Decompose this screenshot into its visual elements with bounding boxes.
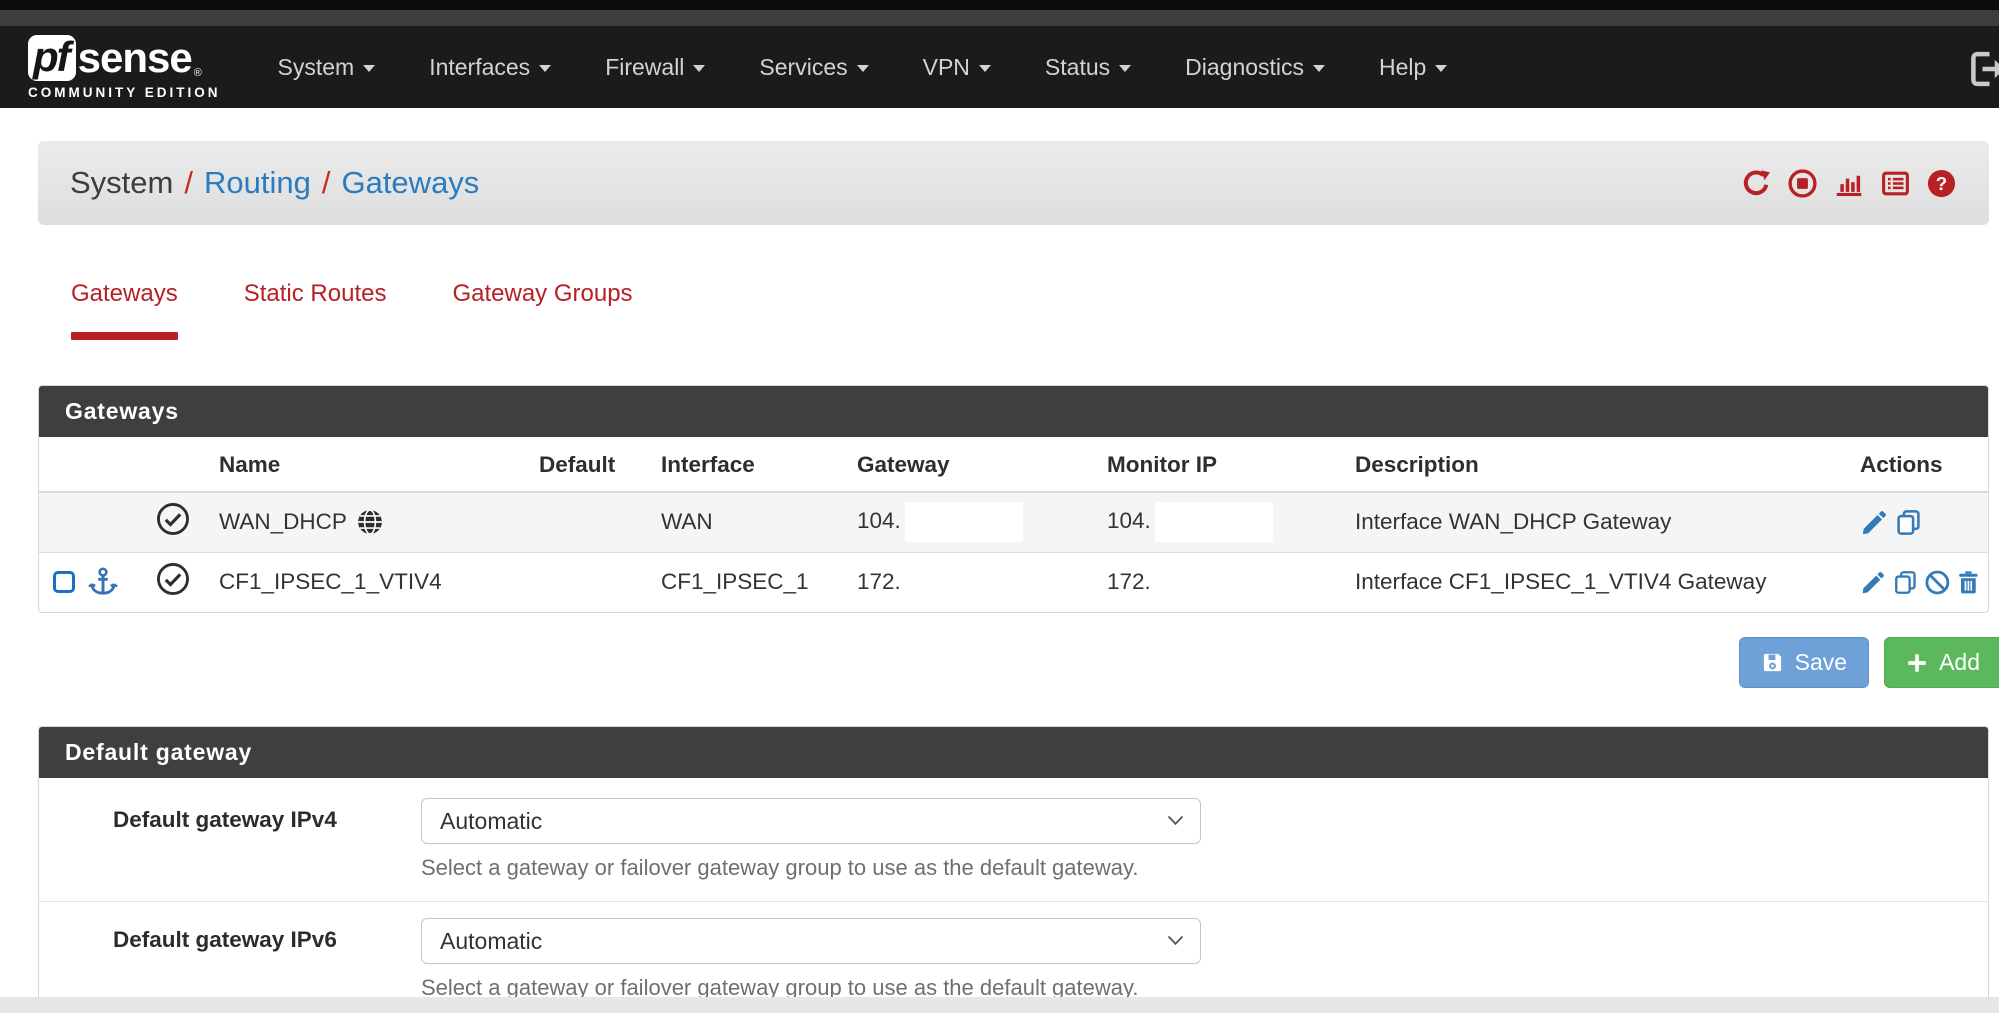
routing-tabs: Gateways Static Routes Gateway Groups: [38, 280, 1999, 340]
default-gateway-ipv6-label: Default gateway IPv6: [113, 918, 381, 953]
add-button[interactable]: Add: [1884, 637, 1999, 688]
globe-icon: [356, 508, 384, 536]
gateway-interface: WAN: [655, 492, 851, 552]
nav-item-firewall[interactable]: Firewall: [578, 54, 732, 81]
plus-icon: [1906, 652, 1928, 674]
row-checkbox[interactable]: [53, 571, 75, 593]
nav-item-interfaces[interactable]: Interfaces: [402, 54, 578, 81]
log-list-icon[interactable]: [1880, 168, 1911, 199]
gateway-name: WAN_DHCP: [219, 509, 347, 535]
logo-community-edition: COMMUNITY EDITION: [28, 85, 221, 100]
tab-static-routes[interactable]: Static Routes: [211, 280, 420, 340]
pfsense-logo: pf sense ® COMMUNITY EDITION: [28, 35, 221, 100]
edit-icon[interactable]: [1860, 568, 1887, 597]
active-tab-underline: [71, 332, 178, 340]
breadcrumb-separator: /: [173, 165, 204, 201]
breadcrumb-gateways[interactable]: Gateways: [341, 165, 479, 201]
chevron-down-icon: [857, 65, 869, 72]
col-header-description: Description: [1349, 437, 1854, 492]
chevron-down-icon: [539, 65, 551, 72]
gateway-name: CF1_IPSEC_1_VTIV4: [213, 552, 533, 612]
default-gateway-panel-title: Default gateway: [39, 727, 1988, 778]
default-gateway-panel: Default gateway Default gateway IPv4 Aut…: [38, 726, 1989, 1013]
refresh-icon[interactable]: [1741, 168, 1772, 199]
logo-pf-text: pf: [33, 33, 69, 80]
breadcrumb-toolbar: ?: [1741, 168, 1957, 199]
gateway-default: [533, 552, 655, 612]
tab-gateways[interactable]: Gateways: [38, 280, 211, 340]
gateway-row-cf1-ipsec: CF1_IPSEC_1_VTIV4 CF1_IPSEC_1 172. 172. …: [39, 552, 1988, 612]
col-header-default: Default: [533, 437, 655, 492]
tab-gateway-groups[interactable]: Gateway Groups: [419, 280, 665, 340]
col-header-actions: Actions: [1854, 437, 1988, 492]
delete-icon[interactable]: [1955, 568, 1982, 597]
logo-sense-text: sense: [78, 37, 192, 79]
redacted-value: [905, 502, 1023, 542]
chevron-down-icon: [1313, 65, 1325, 72]
button-row: Save Add: [38, 637, 1989, 688]
breadcrumb-separator: /: [311, 165, 342, 201]
nav-item-status[interactable]: Status: [1018, 54, 1158, 81]
default-gateway-ipv4-select[interactable]: Automatic: [421, 798, 1201, 844]
redacted-value: [1155, 502, 1273, 542]
gateways-panel: Gateways Name Default Interface Gateway …: [38, 385, 1989, 613]
chevron-down-icon: [1167, 815, 1184, 826]
window-top-strip: [0, 0, 1999, 10]
sign-out-icon[interactable]: [1965, 48, 1999, 95]
bottom-strip: [0, 997, 1999, 1013]
nav-item-vpn[interactable]: VPN: [896, 54, 1018, 81]
stop-circle-icon[interactable]: [1787, 168, 1818, 199]
copy-icon[interactable]: [1892, 568, 1919, 597]
col-header-interface: Interface: [655, 437, 851, 492]
default-gateway-ipv4-label: Default gateway IPv4: [113, 798, 381, 833]
bar-chart-icon[interactable]: [1833, 168, 1865, 199]
chevron-down-icon: [693, 65, 705, 72]
gateways-table: Name Default Interface Gateway Monitor I…: [39, 437, 1988, 612]
disable-icon[interactable]: [1924, 568, 1951, 597]
gateway-default: [533, 492, 655, 552]
monitor-ip: 104.: [1107, 508, 1151, 533]
chevron-down-icon: [1167, 935, 1184, 946]
svg-text:?: ?: [1936, 172, 1947, 193]
status-enabled-icon: [155, 561, 191, 597]
breadcrumb-system: System: [70, 165, 173, 201]
edit-icon[interactable]: [1860, 508, 1889, 537]
col-header-monitor-ip: Monitor IP: [1101, 437, 1349, 492]
save-button[interactable]: Save: [1739, 637, 1869, 688]
form-row-ipv4: Default gateway IPv4 Automatic Select a …: [39, 798, 1988, 902]
gateway-interface: CF1_IPSEC_1: [655, 552, 851, 612]
nav-item-system[interactable]: System: [251, 54, 403, 81]
gateway-address: 172.: [851, 552, 1101, 612]
ipv4-help-text: Select a gateway or failover gateway gro…: [421, 855, 1201, 881]
nav-item-diagnostics[interactable]: Diagnostics: [1158, 54, 1352, 81]
logo-registered-mark: ®: [194, 68, 202, 79]
status-enabled-icon: [155, 501, 191, 537]
help-icon[interactable]: ?: [1926, 168, 1957, 199]
gateway-address: 104.: [857, 508, 901, 533]
col-header-gateway: Gateway: [851, 437, 1101, 492]
chevron-down-icon: [363, 65, 375, 72]
anchor-icon: [87, 566, 119, 598]
chevron-down-icon: [979, 65, 991, 72]
gateways-panel-title: Gateways: [39, 386, 1988, 437]
table-header-row: Name Default Interface Gateway Monitor I…: [39, 437, 1988, 492]
nav-item-help[interactable]: Help: [1352, 54, 1474, 81]
gateway-description: Interface WAN_DHCP Gateway: [1349, 492, 1854, 552]
breadcrumb-bar: System / Routing / Gateways ?: [38, 141, 1989, 225]
default-gateway-ipv6-select[interactable]: Automatic: [421, 918, 1201, 964]
copy-icon[interactable]: [1894, 508, 1923, 537]
col-header-name: Name: [213, 437, 533, 492]
breadcrumb-routing[interactable]: Routing: [204, 165, 311, 201]
gateway-description: Interface CF1_IPSEC_1_VTIV4 Gateway: [1349, 552, 1854, 612]
window-title-strip: [0, 10, 1999, 26]
save-icon: [1761, 651, 1784, 674]
monitor-ip: 172.: [1101, 552, 1349, 612]
nav-menu: System Interfaces Firewall Services VPN …: [251, 54, 1475, 81]
navbar: pf sense ® COMMUNITY EDITION System Inte…: [0, 26, 1999, 108]
pfsense-logo-pf-box: pf: [28, 35, 76, 81]
gateway-row-wan-dhcp: WAN_DHCP WAN 104. 104. Interface WAN_DHC…: [39, 492, 1988, 552]
chevron-down-icon: [1119, 65, 1131, 72]
nav-item-services[interactable]: Services: [732, 54, 895, 81]
chevron-down-icon: [1435, 65, 1447, 72]
